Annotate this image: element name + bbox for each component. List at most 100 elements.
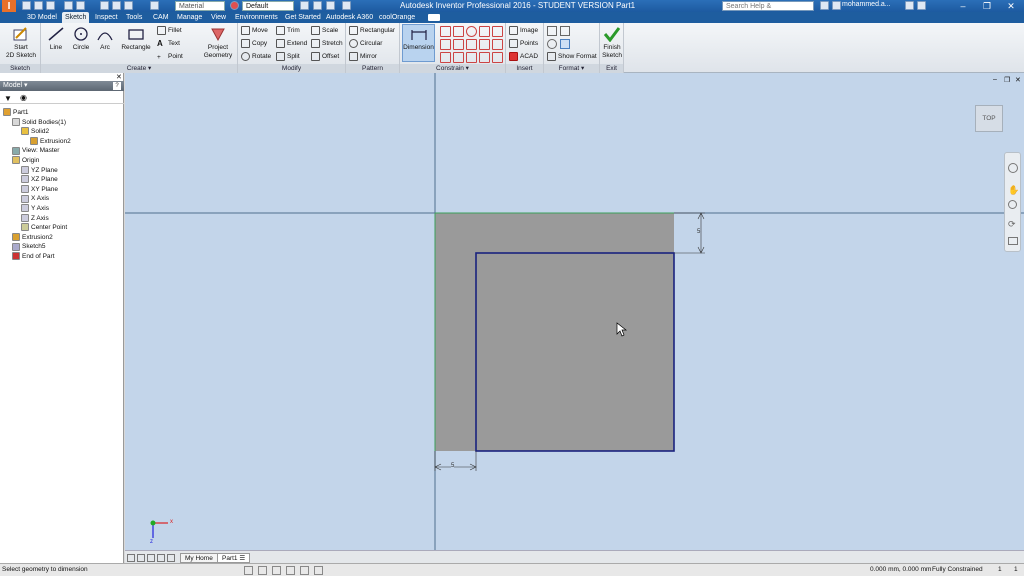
orbit-icon[interactable]: ⟳ (1008, 219, 1016, 230)
measure-icon[interactable] (150, 1, 159, 10)
status-icon-4[interactable] (286, 566, 295, 575)
steering-wheel-icon[interactable] (1008, 163, 1018, 173)
text-button[interactable]: A Text (157, 38, 180, 49)
auto-dimension-icon[interactable] (479, 52, 490, 63)
browser-help-icon[interactable]: ? (113, 82, 121, 90)
stretch-button[interactable]: Stretch (311, 38, 343, 49)
tab-sketch[interactable]: Sketch (62, 12, 90, 23)
status-icon-2[interactable] (258, 566, 267, 575)
tab-tools[interactable]: Tools (123, 12, 145, 23)
status-icon-1[interactable] (244, 566, 253, 575)
smooth-constraint-icon[interactable] (492, 39, 503, 50)
filter-icon[interactable]: ▼ (4, 94, 12, 103)
extend-button[interactable]: Extend (276, 38, 307, 49)
tree-node[interactable]: Extrusion2 (12, 233, 53, 242)
undo-icon[interactable] (64, 1, 73, 10)
construction-icon[interactable] (547, 26, 557, 36)
tab-inspect[interactable]: Inspect (92, 12, 121, 23)
clear-override-icon[interactable] (300, 1, 309, 10)
signin-icon[interactable] (832, 1, 841, 10)
tangent-constraint-icon[interactable] (479, 39, 490, 50)
coincident-constraint-icon[interactable] (440, 26, 451, 37)
more-icon[interactable] (342, 1, 351, 10)
user-name[interactable]: mohammed.a... (842, 1, 891, 8)
dimension-button[interactable]: Dimension (402, 24, 435, 62)
arc-button[interactable]: Arc (93, 25, 117, 52)
pan-icon[interactable]: ✋ (1008, 185, 1019, 196)
tree-node[interactable]: XY Plane (21, 185, 58, 194)
update-icon[interactable] (112, 1, 121, 10)
tab-3d-model[interactable]: 3D Model (24, 12, 60, 23)
doc-tab-part1[interactable]: Part1 ☰ (217, 553, 251, 563)
solid-body-face[interactable] (435, 213, 674, 451)
width-dimension-value[interactable]: 5 (451, 463, 455, 469)
tree-node[interactable]: Sketch5 (12, 242, 46, 251)
status-icon-3[interactable] (272, 566, 281, 575)
zoom-icon[interactable] (1008, 200, 1017, 209)
minimize-icon[interactable]: – (952, 0, 974, 12)
acad-button[interactable]: ACAD (509, 51, 538, 62)
rectangle-button[interactable]: Rectangle (119, 25, 153, 52)
circle-button[interactable]: Circle (69, 25, 93, 52)
start-2d-sketch-button[interactable]: Start 2D Sketch (2, 25, 40, 60)
tree-node[interactable]: Extrusion2 (30, 137, 71, 146)
perpendicular-constraint-icon[interactable] (440, 39, 451, 50)
width-dimension[interactable] (434, 451, 477, 471)
driven-dimension-icon[interactable] (560, 39, 570, 49)
tab-menu-icon[interactable] (167, 554, 175, 562)
line-button[interactable]: Line (44, 25, 68, 52)
search-input[interactable]: Search Help & Commands... (722, 1, 814, 20)
height-dimension[interactable] (674, 212, 705, 254)
horizontal-constraint-icon[interactable] (453, 39, 464, 50)
tree-node[interactable]: Solid2 (21, 127, 49, 136)
tab-coolorange[interactable]: coolOrange (376, 12, 418, 23)
tree-node[interactable]: Y Axis (21, 204, 49, 213)
parallel-constraint-icon[interactable] (492, 26, 503, 37)
browser-header[interactable]: Model ▾ (0, 81, 124, 91)
fix-constraint-icon[interactable] (479, 26, 490, 37)
tree-node[interactable]: XZ Plane (21, 175, 58, 184)
tab-autodesk-a360[interactable]: Autodesk A360 (323, 12, 376, 23)
move-button[interactable]: Move (241, 25, 268, 36)
look-at-icon[interactable] (1008, 237, 1018, 245)
close-icon[interactable]: ✕ (1000, 0, 1022, 12)
status-icon-6[interactable] (314, 566, 323, 575)
point-button[interactable]: + Point (157, 51, 183, 62)
home-icon[interactable] (100, 1, 109, 10)
tab-cascade-icon[interactable] (137, 554, 145, 562)
centerline-icon[interactable] (560, 26, 570, 36)
new-icon[interactable] (22, 1, 31, 10)
tab-view[interactable]: View (208, 12, 229, 23)
viewcube[interactable]: TOP (975, 105, 1003, 132)
show-format-button[interactable]: Show Format (547, 51, 597, 62)
copy-button[interactable]: Copy (241, 38, 267, 49)
open-icon[interactable] (34, 1, 43, 10)
tab-cam[interactable]: CAM (150, 12, 172, 23)
finish-sketch-button[interactable]: Finish Sketch (601, 25, 623, 60)
sketch-svg[interactable] (125, 73, 1024, 550)
fx-icon[interactable] (313, 1, 322, 10)
concentric-constraint-icon[interactable] (466, 26, 477, 37)
restore-icon[interactable]: ❐ (976, 0, 998, 12)
tab-options-icon[interactable]: ☰ (239, 555, 245, 562)
scale-button[interactable]: Scale (311, 25, 338, 36)
equal-constraint-icon[interactable] (453, 52, 464, 63)
browser-close-icon[interactable]: ✕ (116, 73, 122, 81)
points-button[interactable]: Points (509, 38, 538, 49)
offset-button[interactable]: Offset (311, 51, 339, 62)
center-point-icon[interactable] (547, 39, 557, 49)
height-dimension-value[interactable]: 5 (697, 229, 701, 235)
appearance-icon[interactable] (230, 1, 239, 10)
collinear-constraint-icon[interactable] (453, 26, 464, 37)
vertical-constraint-icon[interactable] (466, 39, 477, 50)
project-geometry-button[interactable]: Project Geometry (199, 25, 237, 60)
status-icon-5[interactable] (300, 566, 309, 575)
tree-node[interactable]: Center Point (21, 223, 67, 232)
find-icon[interactable]: ◉ (20, 93, 27, 102)
select-icon[interactable] (124, 1, 133, 10)
tab-options-icon[interactable] (428, 14, 440, 21)
appearance-combo[interactable]: Default (242, 1, 294, 11)
canvas-close-icon[interactable]: ✕ (1015, 76, 1021, 84)
show-constraints-icon[interactable] (466, 52, 477, 63)
tree-node[interactable]: View: Master (12, 146, 59, 155)
